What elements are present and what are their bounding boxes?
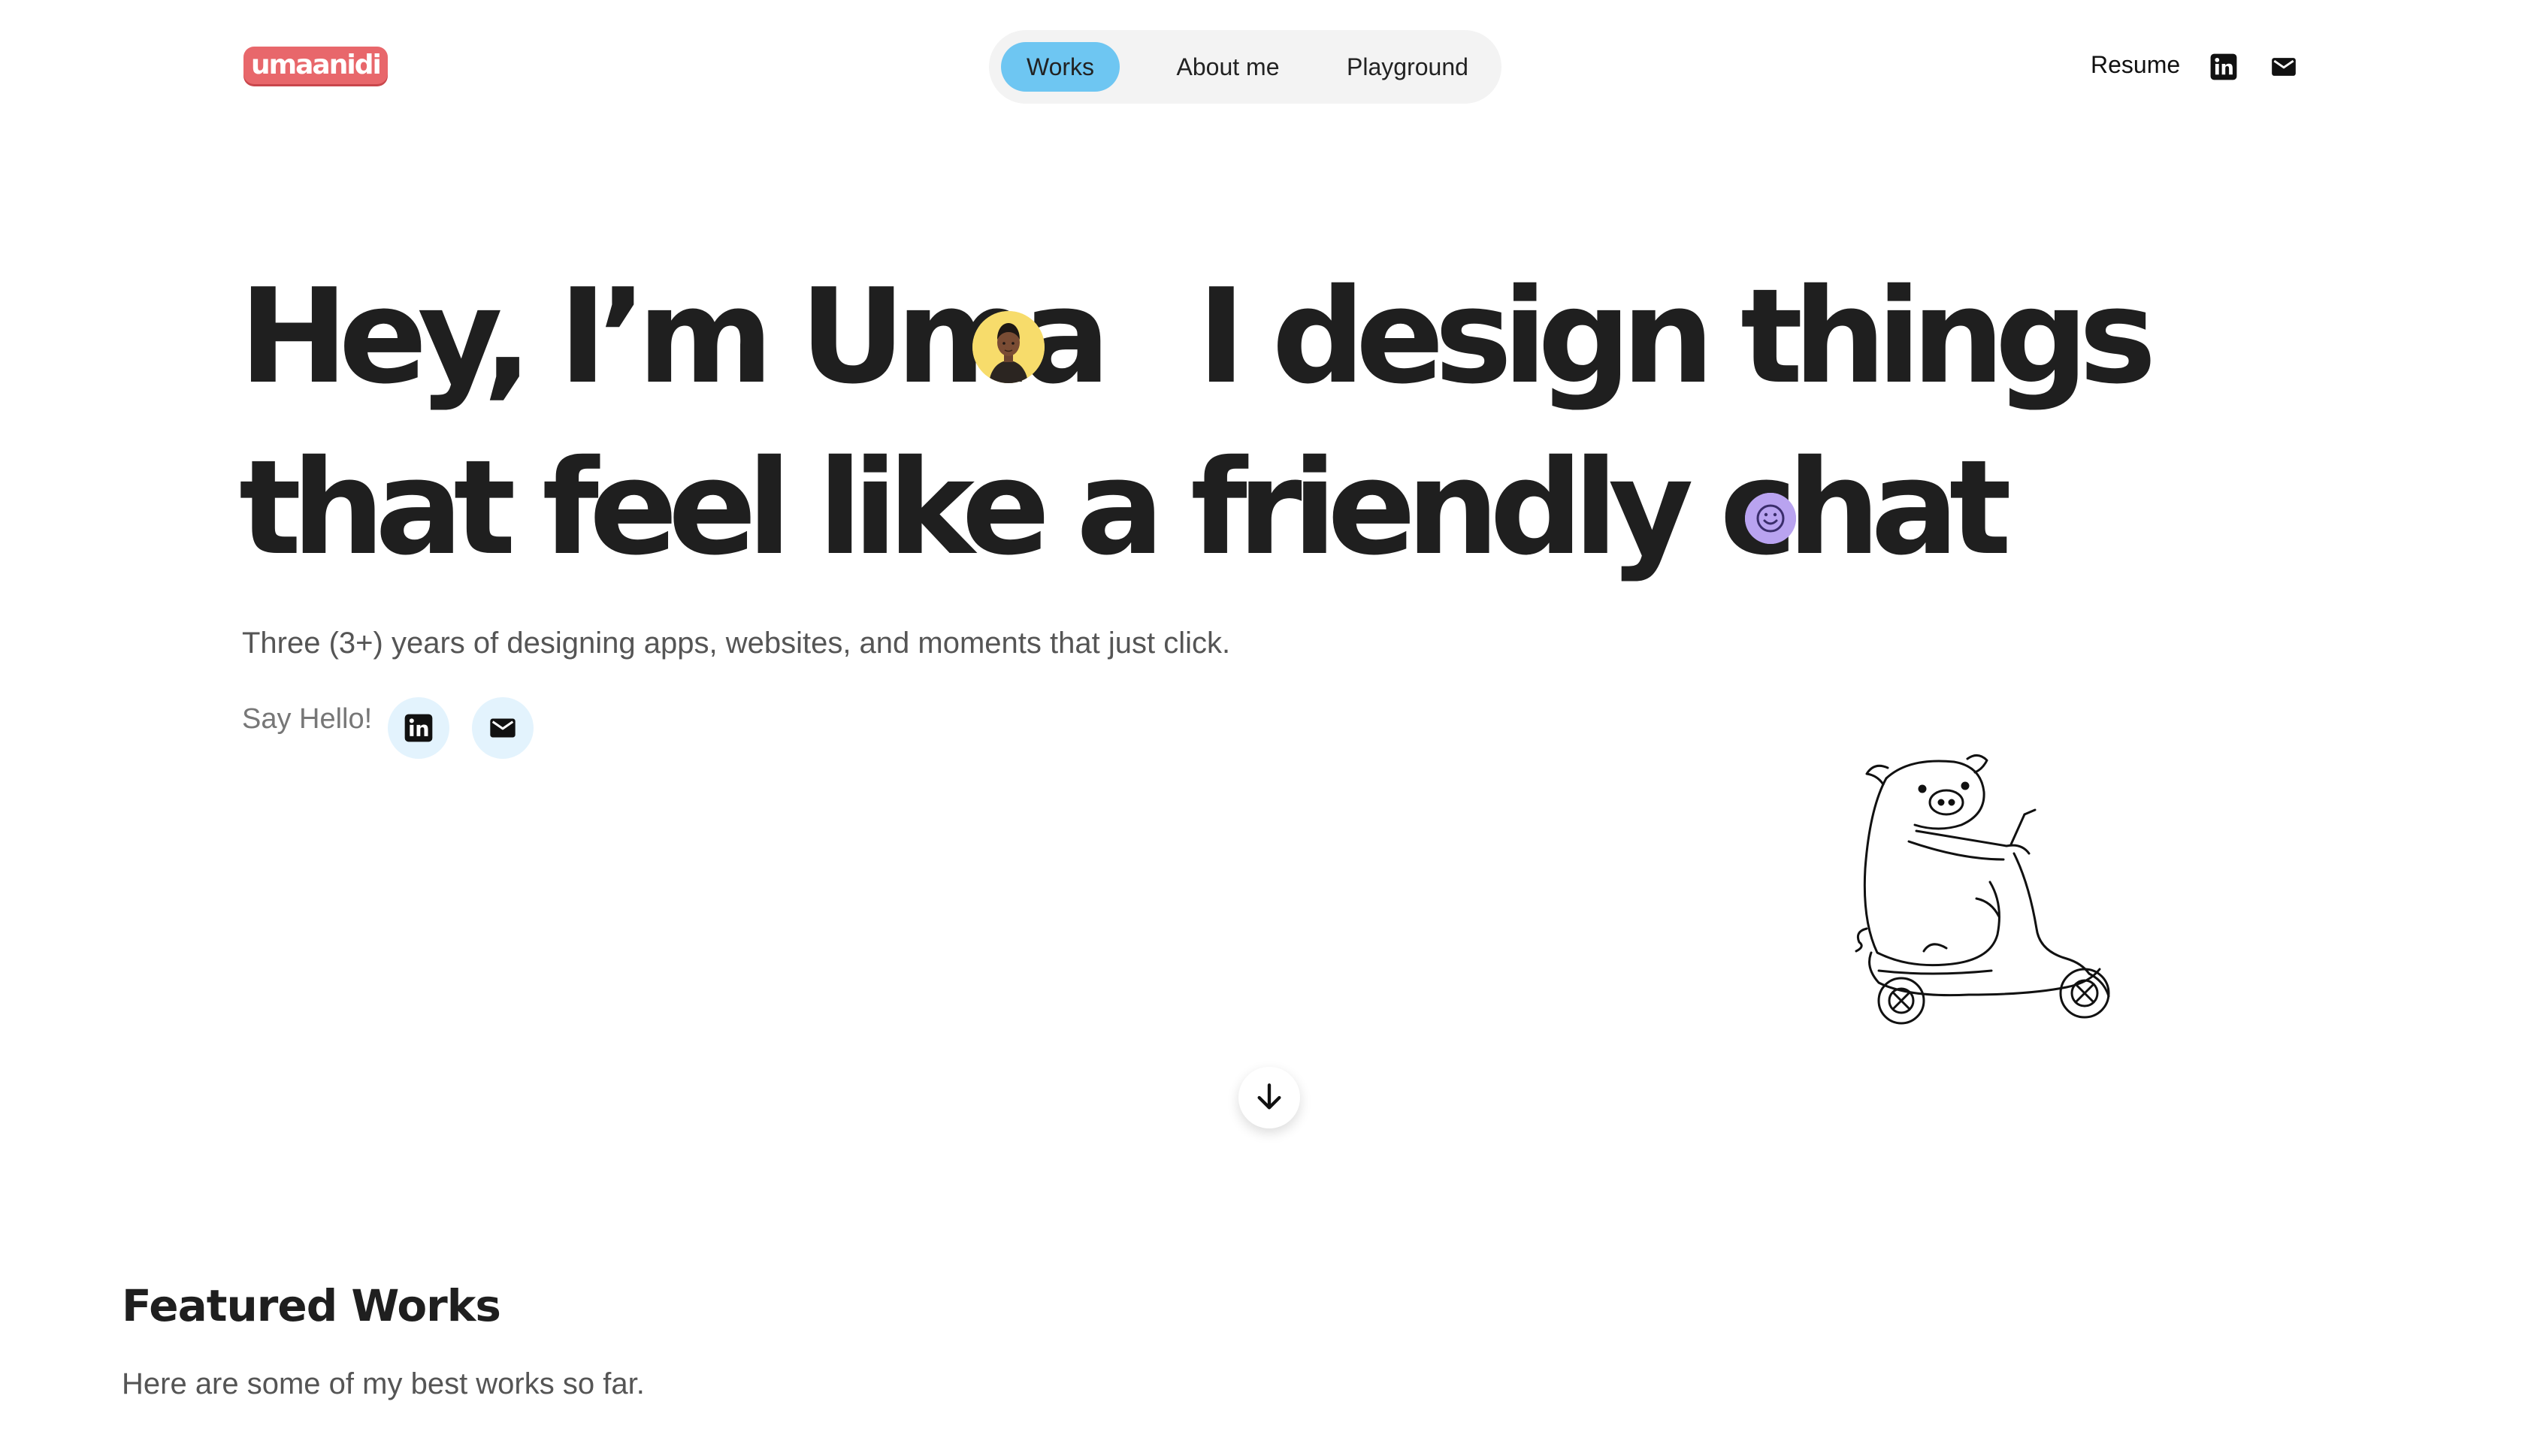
avatar: [972, 311, 1045, 383]
linkedin-button[interactable]: [388, 697, 449, 759]
say-hello-label: Say Hello!: [242, 703, 373, 735]
nav-item-works[interactable]: Works: [1001, 42, 1120, 92]
mail-icon[interactable]: [2269, 53, 2298, 81]
arrow-down-icon: [1257, 1083, 1281, 1110]
scroll-down-button[interactable]: [1238, 1067, 1300, 1128]
hero-statement: I design things: [1196, 261, 2157, 413]
hero-heading-line-1: Hey, I’m Uma I design things: [239, 272, 2157, 403]
site-logo[interactable]: umaanidi: [243, 47, 388, 84]
logo-text: umaanidi: [251, 50, 382, 80]
hero-heading-line-2: that feel like a friendly chat: [239, 432, 2012, 585]
mail-button[interactable]: [472, 697, 534, 759]
featured-works-subtitle: Here are some of my best works so far.: [122, 1367, 645, 1400]
nav-item-about-me[interactable]: About me: [1145, 42, 1311, 92]
main-nav: Works About me Playground: [989, 30, 1501, 104]
linkedin-icon[interactable]: [2209, 53, 2238, 81]
hero-subtitle: Three (3+) years of designing apps, webs…: [242, 627, 1231, 660]
pig-on-scooter-illustration: [1834, 748, 2134, 1026]
resume-link[interactable]: Resume: [2091, 51, 2180, 79]
featured-works-title: Featured Works: [122, 1280, 501, 1331]
nav-item-playground[interactable]: Playground: [1326, 42, 1489, 92]
mail-icon: [490, 718, 516, 738]
linkedin-icon: [404, 714, 433, 742]
smile-icon: [1745, 493, 1796, 544]
hero-greeting: Hey, I’m Uma: [239, 261, 1111, 413]
